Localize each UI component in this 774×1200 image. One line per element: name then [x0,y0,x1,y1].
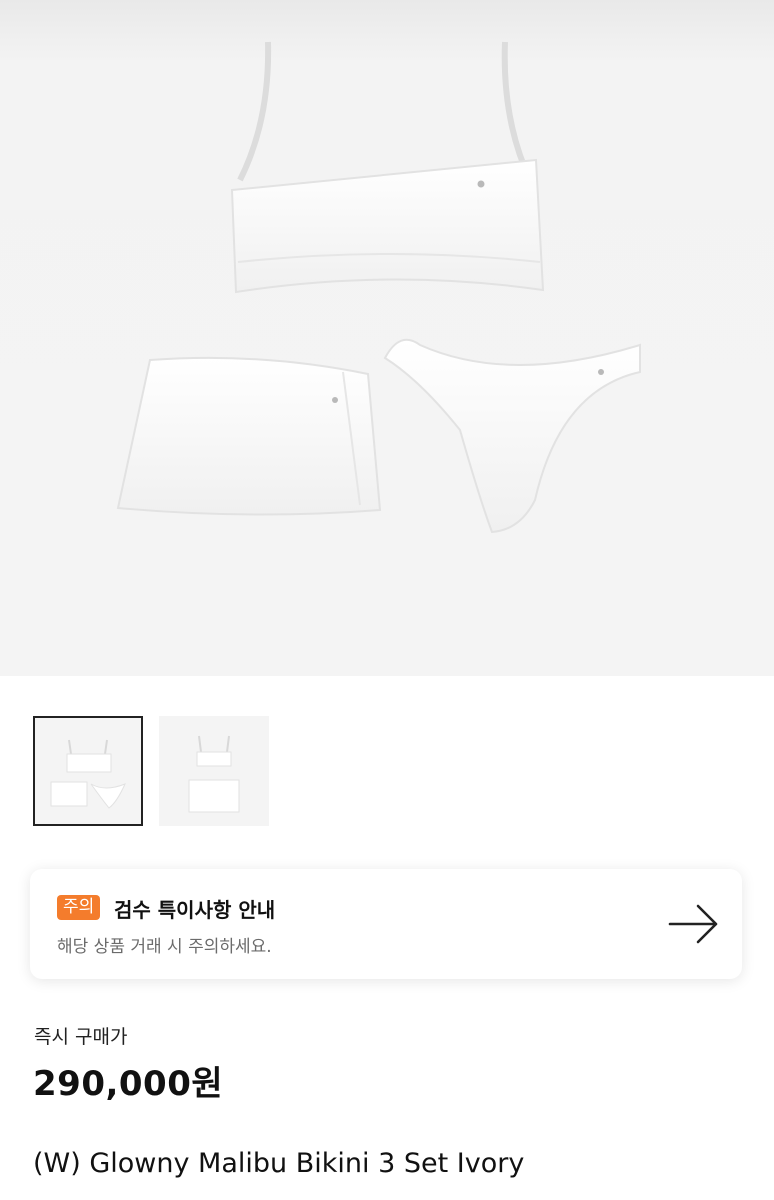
bikini-top [230,158,545,294]
bikini-set-thumbnail-icon [188,735,240,813]
bikini-bottom [383,338,641,534]
caution-badge: 주의 [57,895,101,920]
bikini-set-illustration [116,41,641,534]
inspection-notice-card[interactable]: 주의 검수 특이사항 안내 해당 상품 거래 시 주의하세요. [30,869,742,979]
bikini-set-thumbnail-icon [50,739,126,809]
notice-title: 검수 특이사항 안내 [114,898,276,922]
top-strap-left [237,41,272,182]
notice-subtitle: 해당 상품 거래 시 주의하세요. [57,937,272,957]
instant-buy-price: 290,000원 [33,1064,224,1104]
product-main-image[interactable] [0,0,774,676]
thumbnail-2[interactable] [159,716,269,826]
instant-buy-price-label: 즉시 구매가 [34,1026,128,1048]
top-strap-right [501,41,533,182]
thumbnail-1[interactable] [33,716,143,826]
bikini-skirt [116,356,382,516]
arrow-right-icon[interactable] [668,903,720,945]
product-name: (W) Glowny Malibu Bikini 3 Set Ivory [33,1148,525,1179]
